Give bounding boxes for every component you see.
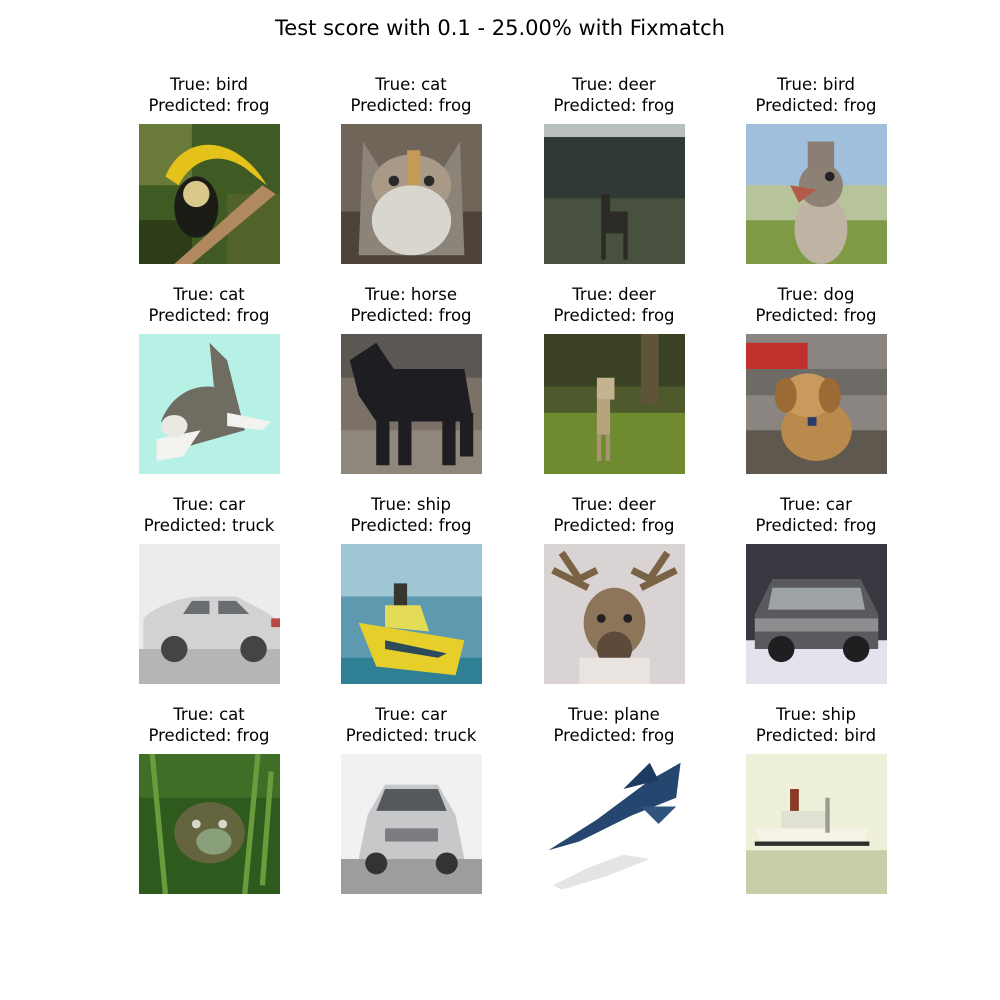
grid-cell-6: True: horse Predicted: frog xyxy=(310,284,512,474)
grid-cell-15: True: plane Predicted: frog xyxy=(513,704,715,894)
sample-image-cat-2 xyxy=(139,334,280,474)
grid-cell-8: True: dog Predicted: frog xyxy=(715,284,917,474)
true-label: True: deer xyxy=(572,75,656,94)
sample-image-cat-3 xyxy=(139,754,280,894)
predicted-label: Predicted: frog xyxy=(553,516,675,535)
sample-image-deer-3 xyxy=(544,544,685,684)
sample-image-ship-2 xyxy=(746,754,887,894)
sample-image-cat-1 xyxy=(341,124,482,264)
grid-cell-9: True: car Predicted: truck xyxy=(108,494,310,684)
predicted-label: Predicted: truck xyxy=(143,516,275,535)
grid-cell-13: True: cat Predicted: frog xyxy=(108,704,310,894)
predicted-label: Predicted: frog xyxy=(755,306,877,325)
predicted-label: Predicted: frog xyxy=(148,96,270,115)
grid-cell-1: True: bird Predicted: frog xyxy=(108,74,310,264)
predicted-label: Predicted: frog xyxy=(755,516,877,535)
sample-image-plane xyxy=(544,754,685,894)
grid-cell-4: True: bird Predicted: frog xyxy=(715,74,917,264)
grid-cell-7: True: deer Predicted: frog xyxy=(513,284,715,474)
sample-image-bird-1 xyxy=(139,124,280,264)
true-label: True: ship xyxy=(776,705,856,724)
true-label: True: car xyxy=(173,495,245,514)
predicted-label: Predicted: frog xyxy=(148,306,270,325)
predicted-label: Predicted: bird xyxy=(755,726,877,745)
true-label: True: cat xyxy=(173,285,245,304)
predicted-label: Predicted: frog xyxy=(553,96,675,115)
sample-image-deer-1 xyxy=(544,124,685,264)
grid-cell-2: True: cat Predicted: frog xyxy=(310,74,512,264)
true-label: True: car xyxy=(780,495,852,514)
predicted-label: Predicted: truck xyxy=(345,726,477,745)
true-label: True: bird xyxy=(170,75,248,94)
true-label: True: bird xyxy=(777,75,855,94)
grid-cell-5: True: cat Predicted: frog xyxy=(108,284,310,474)
predicted-label: Predicted: frog xyxy=(148,726,270,745)
sample-image-car-3 xyxy=(341,754,482,894)
sample-image-deer-2 xyxy=(544,334,685,474)
true-label: True: plane xyxy=(568,705,660,724)
grid-cell-14: True: car Predicted: truck xyxy=(310,704,512,894)
grid-cell-11: True: deer Predicted: frog xyxy=(513,494,715,684)
grid-cell-3: True: deer Predicted: frog xyxy=(513,74,715,264)
grid-cell-10: True: ship Predicted: frog xyxy=(310,494,512,684)
sample-image-horse xyxy=(341,334,482,474)
true-label: True: horse xyxy=(365,285,457,304)
true-label: True: ship xyxy=(371,495,451,514)
sample-image-car-1 xyxy=(139,544,280,684)
grid-cell-16: True: ship Predicted: bird xyxy=(715,704,917,894)
true-label: True: cat xyxy=(375,75,447,94)
sample-image-car-2 xyxy=(746,544,887,684)
true-label: True: deer xyxy=(572,285,656,304)
sample-image-bird-2 xyxy=(746,124,887,264)
predicted-label: Predicted: frog xyxy=(553,306,675,325)
true-label: True: dog xyxy=(777,285,855,304)
predicted-label: Predicted: frog xyxy=(350,516,472,535)
figure-title: Test score with 0.1 - 25.00% with Fixmat… xyxy=(275,16,725,40)
sample-image-ship-1 xyxy=(341,544,482,684)
true-label: True: deer xyxy=(572,495,656,514)
true-label: True: car xyxy=(375,705,447,724)
true-label: True: cat xyxy=(173,705,245,724)
predicted-label: Predicted: frog xyxy=(350,306,472,325)
predicted-label: Predicted: frog xyxy=(553,726,675,745)
predicted-label: Predicted: frog xyxy=(350,96,472,115)
sample-image-dog xyxy=(746,334,887,474)
grid-cell-12: True: car Predicted: frog xyxy=(715,494,917,684)
predicted-label: Predicted: frog xyxy=(755,96,877,115)
